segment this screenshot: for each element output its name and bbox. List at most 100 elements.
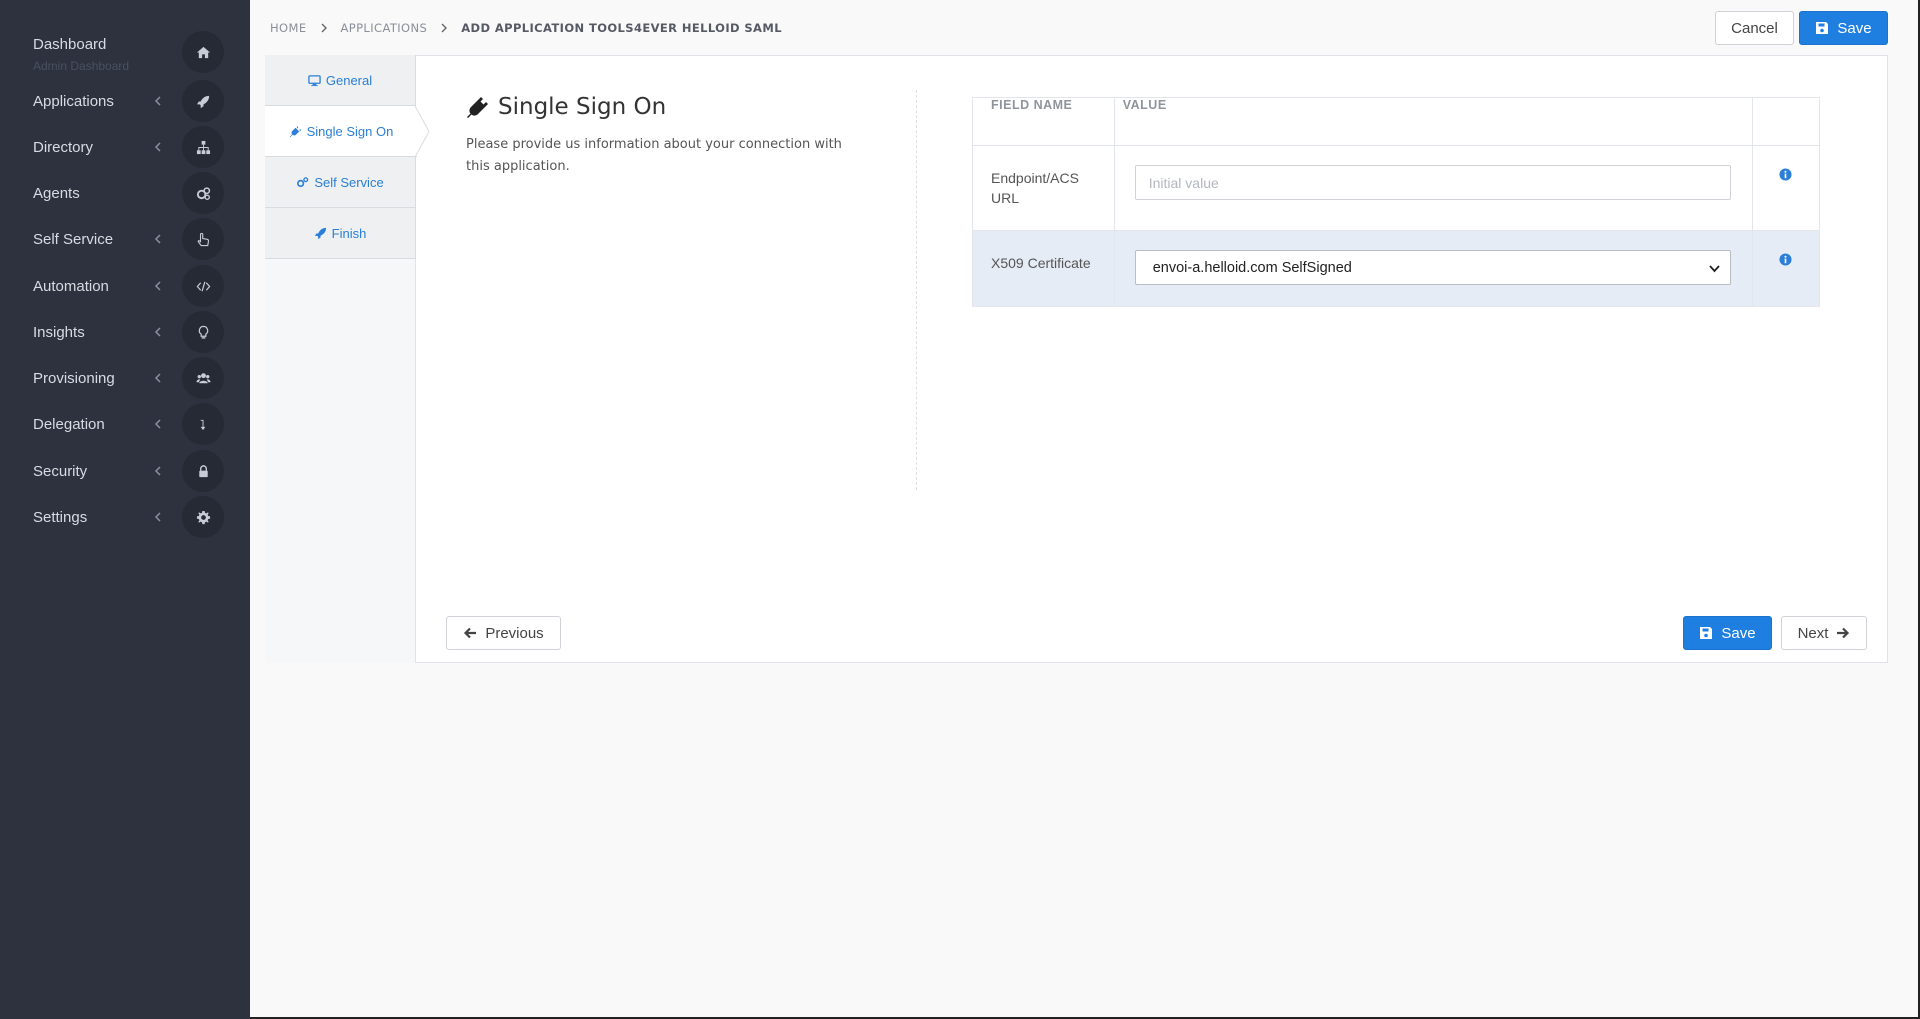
sidebar: Dashboard Admin Dashboard Applications D…: [0, 0, 250, 1019]
step-label: Self Service: [314, 174, 384, 190]
cancel-button-label: Cancel: [1731, 19, 1778, 37]
footer-save-button[interactable]: Save: [1683, 616, 1772, 650]
step-single-sign-on[interactable]: Single Sign On: [265, 106, 417, 157]
sidebar-item-label: Automation: [33, 277, 109, 295]
chevron-down-icon: [1709, 265, 1720, 273]
breadcrumb: HOME APPLICATIONS ADD APPLICATION TOOLS4…: [270, 21, 782, 35]
sidebar-item-label: Applications: [33, 92, 114, 110]
sidebar-item-automation[interactable]: Automation: [0, 263, 250, 309]
chevron-left-icon: [154, 281, 161, 291]
table-row: Endpoint/ACS URL: [972, 145, 1821, 231]
users-icon: [182, 357, 224, 399]
sidebar-item-self-service[interactable]: Self Service: [0, 216, 250, 262]
gear-icon: [182, 496, 224, 538]
column-header-value: VALUE: [1114, 97, 1753, 146]
sidebar-item-label: Self Service: [33, 230, 114, 248]
rocket-icon: [182, 80, 224, 122]
chevron-left-icon: [154, 96, 161, 106]
next-button[interactable]: Next: [1781, 616, 1867, 650]
sidebar-item-provisioning[interactable]: Provisioning: [0, 355, 250, 401]
field-value-cell: [1114, 145, 1753, 231]
table-header-row: FIELD NAME VALUE: [972, 97, 1821, 146]
sidebar-item-insights[interactable]: Insights: [0, 309, 250, 355]
section-title-text: Single Sign On: [498, 94, 667, 120]
floppy-disk-icon: [1816, 22, 1829, 34]
lightbulb-icon: [182, 311, 224, 353]
sidebar-item-sublabel: Admin Dashboard: [33, 59, 130, 73]
sidebar-item-security[interactable]: Security: [0, 448, 250, 494]
step-label: Single Sign On: [306, 123, 394, 139]
sidebar-item-label: Agents: [33, 184, 80, 202]
code-icon: [182, 265, 224, 307]
step-self-service[interactable]: Self Service: [265, 157, 416, 208]
info-cell: [1752, 230, 1821, 307]
level-down-icon: [182, 403, 224, 445]
field-value-cell: envoi-a.helloid.com SelfSigned: [1114, 230, 1753, 307]
info-circle-icon[interactable]: [1779, 168, 1792, 181]
sidebar-item-label: Insights: [33, 323, 85, 341]
info-circle-icon[interactable]: [1779, 253, 1792, 266]
previous-button[interactable]: Previous: [446, 616, 561, 650]
cancel-button[interactable]: Cancel: [1715, 11, 1794, 45]
chevron-left-icon: [154, 512, 161, 522]
sidebar-item-label: Settings: [33, 508, 88, 526]
chevron-left-icon: [154, 327, 161, 337]
sidebar-item-label: Dashboard: [33, 36, 107, 53]
step-general[interactable]: General: [265, 55, 416, 106]
sso-fields-table: FIELD NAME VALUE Endpoint/ACS URL X509 C…: [972, 97, 1821, 307]
sitemap-icon: [182, 126, 224, 168]
plug-icon: [289, 125, 301, 137]
hand-pointer-icon: [182, 218, 224, 260]
save-button-label: Save: [1837, 19, 1872, 37]
chevron-left-icon: [154, 466, 161, 476]
arrow-left-icon: [464, 627, 477, 639]
sidebar-item-directory[interactable]: Directory: [0, 124, 250, 170]
section-description: Please provide us information about your…: [466, 137, 842, 174]
info-cell: [1752, 145, 1821, 231]
sidebar-item-label: Security: [33, 462, 88, 480]
previous-button-label: Previous: [485, 624, 544, 642]
chevron-left-icon: [154, 142, 161, 152]
sidebar-item-dashboard[interactable]: Dashboard Admin Dashboard: [0, 29, 250, 75]
endpoint-acs-url-input[interactable]: [1134, 165, 1731, 200]
sidebar-item-settings[interactable]: Settings: [0, 494, 250, 540]
step-label: General: [325, 72, 373, 88]
breadcrumb-current: ADD APPLICATION TOOLS4EVER HELLOID SAML: [461, 21, 782, 35]
cogs-icon: [182, 172, 224, 214]
chevron-right-icon: [441, 23, 448, 33]
arrow-right-icon: [1837, 627, 1850, 639]
step-finish[interactable]: Finish: [265, 208, 416, 259]
desktop-icon: [308, 74, 321, 86]
chevron-right-icon: [321, 23, 327, 33]
save-button[interactable]: Save: [1799, 11, 1888, 45]
table-row: X509 Certificate envoi-a.helloid.com Sel…: [972, 230, 1821, 307]
sidebar-item-label: Delegation: [33, 415, 105, 433]
breadcrumb-home[interactable]: HOME: [270, 21, 307, 35]
rocket-icon: [314, 227, 326, 239]
sidebar-item-delegation[interactable]: Delegation: [0, 401, 250, 447]
column-header-field-name: FIELD NAME: [972, 97, 1115, 146]
cogs-icon: [297, 176, 309, 187]
sidebar-item-label: Provisioning: [33, 369, 115, 387]
field-name: X509 Certificate: [972, 230, 1115, 307]
sidebar-item-agents[interactable]: Agents: [0, 170, 250, 216]
chevron-left-icon: [154, 373, 161, 383]
select-value: envoi-a.helloid.com SelfSigned: [1152, 259, 1352, 276]
chevron-left-icon: [154, 234, 161, 244]
breadcrumb-applications[interactable]: APPLICATIONS: [341, 21, 428, 35]
home-icon: [182, 31, 224, 73]
section-title: Single Sign On: [466, 94, 666, 120]
column-header-actions: [1752, 97, 1821, 146]
step-label: Finish: [331, 225, 367, 241]
x509-certificate-select[interactable]: envoi-a.helloid.com SelfSigned: [1134, 250, 1731, 285]
plug-icon: [467, 97, 488, 118]
sidebar-item-label: Directory: [33, 138, 94, 156]
section-divider: [916, 90, 917, 490]
field-name: Endpoint/ACS URL: [972, 145, 1115, 231]
lock-icon: [182, 450, 224, 492]
footer-save-button-label: Save: [1721, 624, 1756, 642]
next-button-label: Next: [1797, 624, 1829, 642]
active-step-arrow: [415, 106, 430, 157]
wizard-steps: General Single Sign On Self Service Fini…: [265, 55, 430, 663]
sidebar-item-applications[interactable]: Applications: [0, 78, 250, 124]
